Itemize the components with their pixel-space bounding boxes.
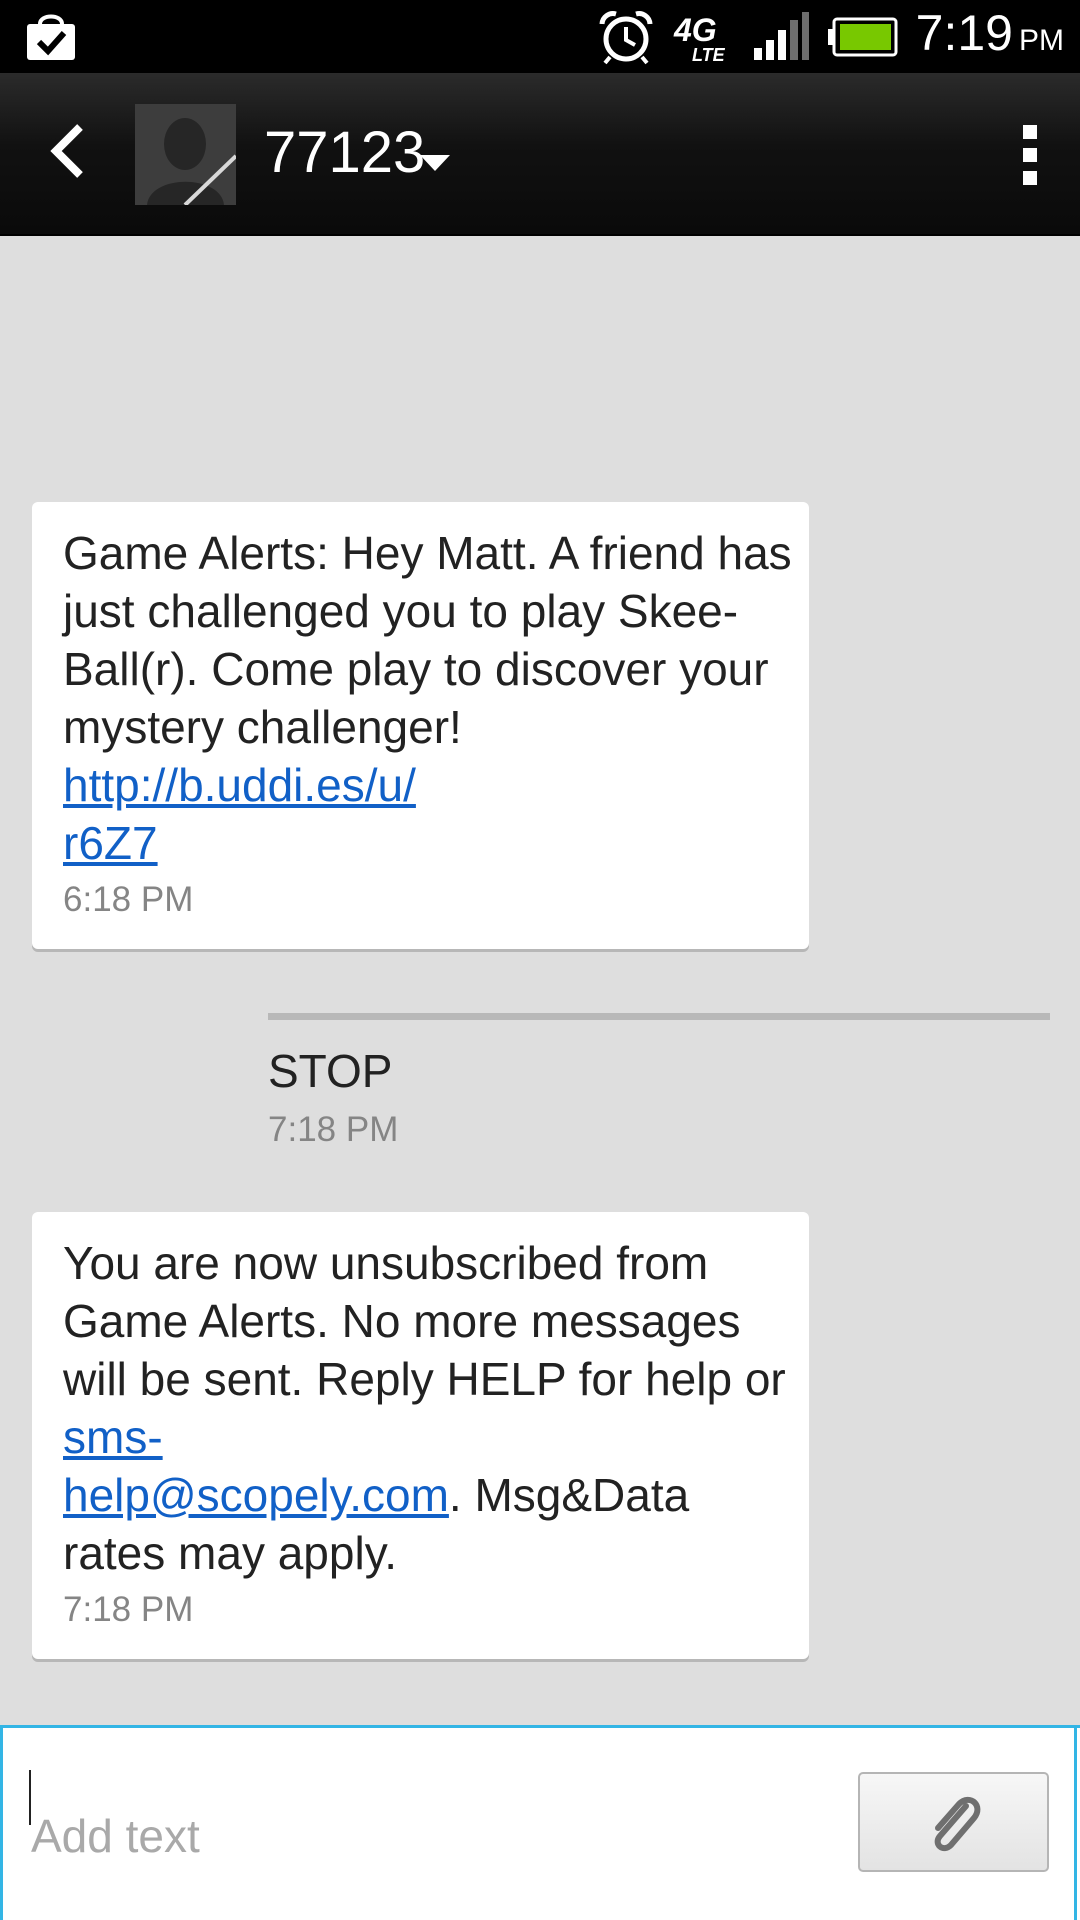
battery-icon: [827, 17, 898, 56]
compose-area: [0, 1725, 1080, 1920]
compose-border-right: [1074, 1728, 1077, 1920]
clock-ampm: PM: [1019, 23, 1064, 57]
message-body: Game Alerts: Hey Matt. A friend has just…: [63, 527, 792, 753]
attach-button[interactable]: [858, 1772, 1049, 1872]
alarm-clock-icon: [599, 10, 653, 64]
4g-lte-icon: 4G LTE: [673, 12, 726, 65]
message-text: Game Alerts: Hey Matt. A friend has just…: [63, 524, 793, 872]
conversation-header: 77123: [0, 73, 1080, 236]
sent-message-time: 7:18 PM: [268, 1110, 399, 1149]
contact-name[interactable]: 77123: [264, 118, 425, 188]
signal-icon: [753, 11, 809, 60]
svg-text:LTE: LTE: [692, 45, 726, 65]
message-link-part: help@scopely.com: [63, 1469, 449, 1521]
message-time: 7:18 PM: [63, 1590, 194, 1629]
message-text: You are now unsubscribed from Game Alert…: [63, 1234, 793, 1582]
shopping-bag-check-icon: [27, 14, 75, 60]
sent-message-divider: [268, 1013, 1050, 1020]
default-contact-icon: [135, 104, 236, 205]
message-link[interactable]: http://b.uddi.es/u/r6Z7: [63, 759, 416, 869]
compose-border-left: [0, 1728, 3, 1920]
back-arrow-icon[interactable]: [30, 111, 110, 191]
text-cursor: [29, 1770, 31, 1825]
message-link[interactable]: sms-help@scopely.com: [63, 1411, 449, 1521]
message-link-part: http://b.uddi.es/u/: [63, 759, 416, 811]
message-link-part: r6Z7: [63, 817, 158, 869]
sent-message-text[interactable]: STOP: [268, 1042, 392, 1100]
chevron-down-icon[interactable]: [420, 155, 450, 173]
overflow-menu-icon[interactable]: [1010, 121, 1050, 189]
status-icons: 4G LTE 7:19 PM: [598, 0, 1064, 73]
status-clock: 7:19 PM: [916, 0, 1064, 77]
paperclip-icon: [934, 1796, 981, 1852]
received-message-bubble[interactable]: You are now unsubscribed from Game Alert…: [32, 1212, 809, 1659]
received-message-bubble[interactable]: Game Alerts: Hey Matt. A friend has just…: [32, 502, 809, 949]
message-input[interactable]: [0, 1728, 840, 1920]
message-body: You are now unsubscribed from Game Alert…: [63, 1237, 786, 1405]
clock-time: 7:19: [915, 4, 1013, 61]
message-link-part: sms-: [63, 1411, 163, 1463]
svg-text:4G: 4G: [673, 12, 717, 48]
contact-avatar[interactable]: [135, 104, 236, 205]
status-bar: 4G LTE 7:19 PM: [0, 0, 1080, 73]
message-time: 6:18 PM: [63, 880, 194, 919]
